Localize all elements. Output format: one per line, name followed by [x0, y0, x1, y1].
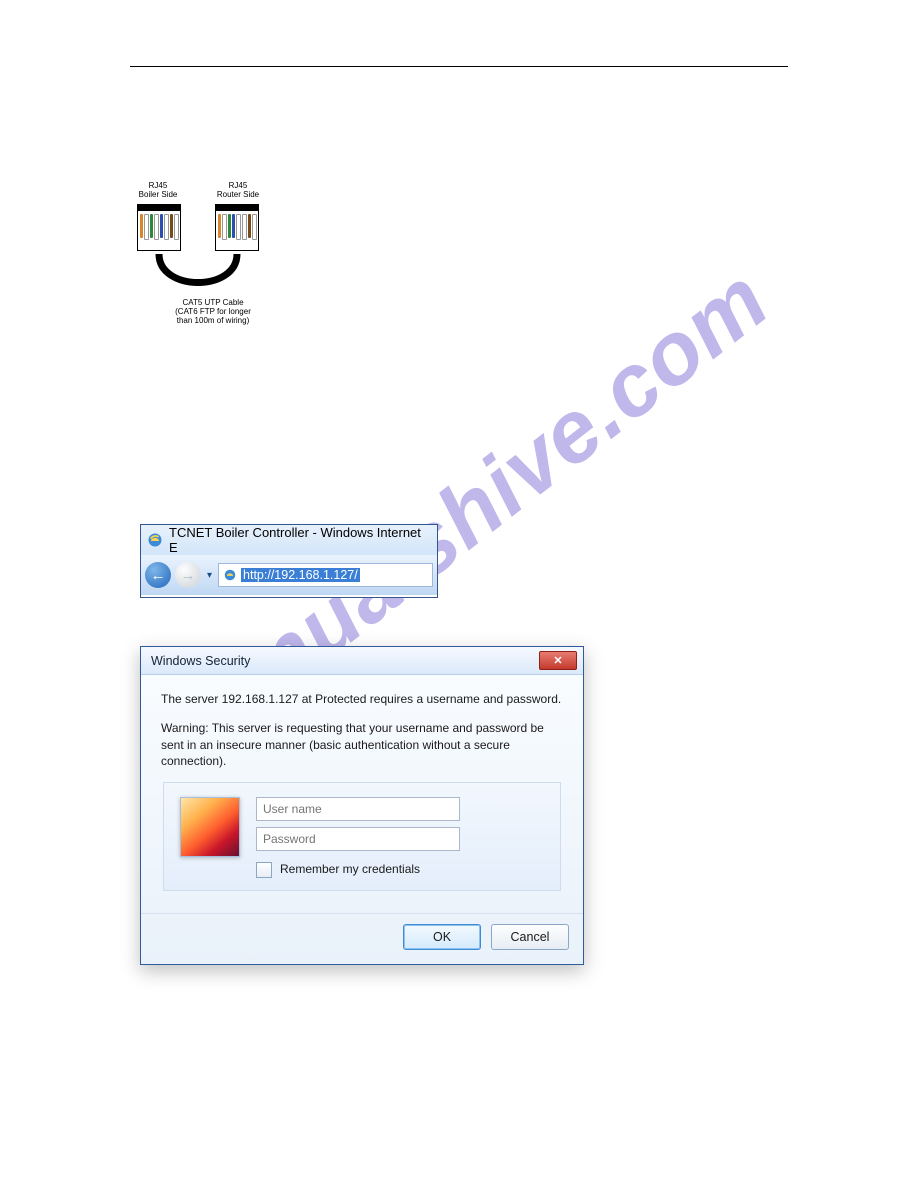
ie-window-snippet: TCNET Boiler Controller - Windows Intern… [140, 524, 438, 598]
nav-history-dropdown-icon[interactable]: ▾ [205, 570, 214, 581]
username-field[interactable] [256, 797, 460, 821]
rj45-pins-left [137, 210, 181, 251]
cable-arc [137, 254, 259, 294]
plug-label-right: RJ45Router Side [213, 182, 263, 200]
dialog-titlebar: Windows Security ✕ [141, 647, 583, 675]
windows-security-dialog: Windows Security ✕ The server 192.168.1.… [140, 646, 584, 965]
cable-label: CAT5 UTP Cable(CAT6 FTP for longerthan 1… [163, 298, 263, 326]
ie-icon [147, 532, 163, 548]
rj45-cable-diagram: RJ45Boiler Side RJ45Router Side CAT5 UTP… [133, 182, 303, 342]
header-rule [130, 66, 788, 67]
checkbox-icon [256, 862, 272, 878]
rj45-plug-right [215, 204, 259, 254]
remember-credentials[interactable]: Remember my credentials [256, 861, 544, 878]
ok-button[interactable]: OK [403, 924, 481, 950]
dialog-warning: Warning: This server is requesting that … [161, 720, 563, 770]
rj45-pins-right [215, 210, 259, 251]
ie-address-bar: ← → ▾ http://192.168.1.127/ [141, 555, 437, 595]
plug-label-left: RJ45Boiler Side [133, 182, 183, 200]
close-button[interactable]: ✕ [539, 651, 577, 670]
back-button[interactable]: ← [145, 562, 171, 588]
url-text: http://192.168.1.127/ [241, 568, 360, 582]
remember-label: Remember my credentials [280, 861, 420, 878]
user-avatar-icon [180, 797, 240, 857]
password-field[interactable] [256, 827, 460, 851]
close-icon: ✕ [553, 654, 562, 667]
dialog-body: The server 192.168.1.127 at Protected re… [141, 675, 583, 913]
dialog-buttons: OK Cancel [141, 913, 583, 964]
page-favicon-icon [223, 568, 237, 582]
dialog-title: Windows Security [151, 654, 250, 668]
url-field[interactable]: http://192.168.1.127/ [218, 563, 433, 587]
rj45-plug-left [137, 204, 181, 254]
dialog-message: The server 192.168.1.127 at Protected re… [161, 691, 563, 708]
ie-window-title: TCNET Boiler Controller - Windows Intern… [169, 525, 431, 555]
ie-titlebar: TCNET Boiler Controller - Windows Intern… [141, 525, 437, 555]
credentials-block: Remember my credentials [163, 782, 561, 891]
forward-button[interactable]: → [175, 562, 201, 588]
cancel-button[interactable]: Cancel [491, 924, 569, 950]
